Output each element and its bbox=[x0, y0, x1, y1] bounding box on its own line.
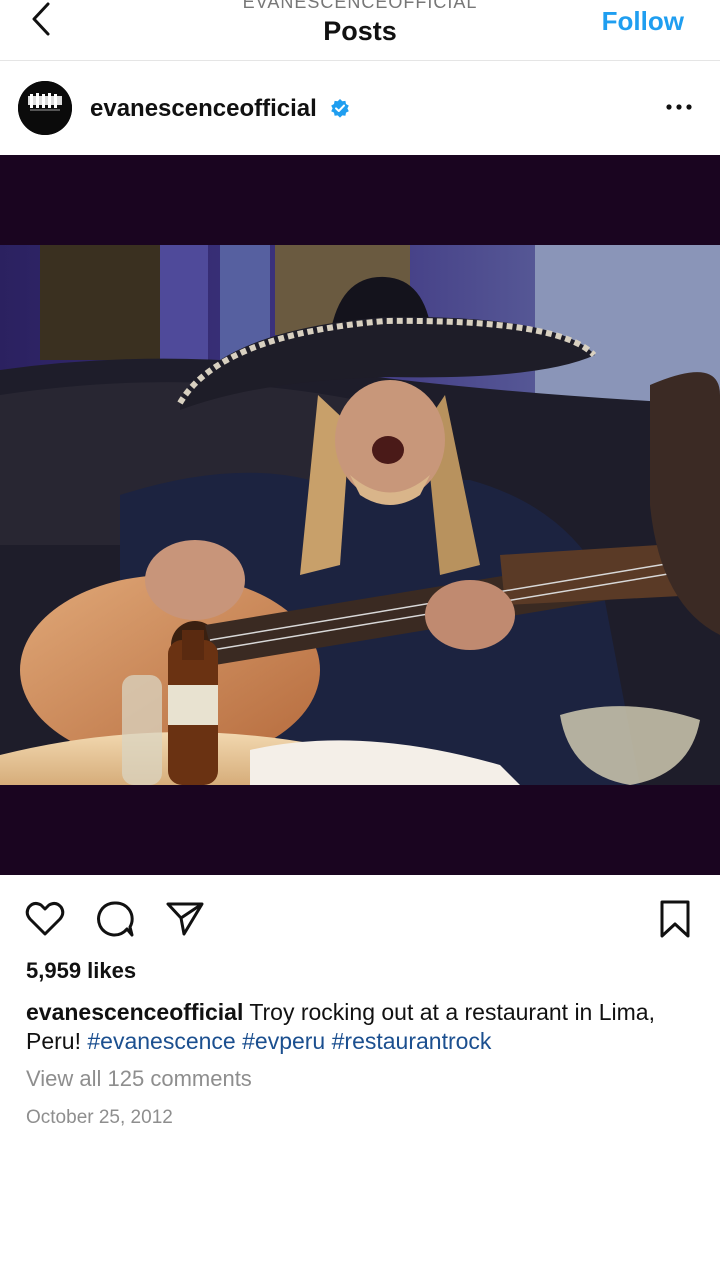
view-comments-link[interactable]: View all 125 comments bbox=[26, 1066, 252, 1092]
likes-count[interactable]: 5,959 likes bbox=[26, 958, 136, 984]
post-caption: evanescenceofficial Troy rocking out at … bbox=[26, 998, 686, 1056]
comment-icon[interactable] bbox=[94, 898, 136, 940]
post-photo bbox=[0, 245, 720, 785]
post-date: October 25, 2012 bbox=[26, 1107, 173, 1128]
post-header: evanescenceofficial bbox=[0, 61, 720, 155]
share-icon[interactable] bbox=[164, 898, 206, 940]
avatar[interactable] bbox=[18, 81, 72, 135]
hashtag-link[interactable]: #restaurantrock bbox=[332, 1028, 492, 1054]
post-media[interactable] bbox=[0, 155, 720, 875]
follow-button[interactable]: Follow bbox=[602, 6, 684, 37]
verified-badge-icon bbox=[331, 99, 349, 118]
post-actions bbox=[0, 876, 720, 956]
post-username[interactable]: evanescenceofficial bbox=[90, 95, 317, 123]
heart-icon[interactable] bbox=[24, 898, 66, 940]
bookmark-icon[interactable] bbox=[654, 898, 696, 940]
band-logo-icon bbox=[18, 81, 72, 135]
hashtag-link[interactable]: #evanescence bbox=[87, 1028, 235, 1054]
more-options-icon[interactable] bbox=[664, 97, 694, 117]
hashtag-link[interactable]: #evperu bbox=[242, 1028, 325, 1054]
caption-username[interactable]: evanescenceofficial bbox=[26, 999, 243, 1025]
top-bar: EVANESCENCEOFFICIAL Posts Follow bbox=[0, 0, 720, 61]
